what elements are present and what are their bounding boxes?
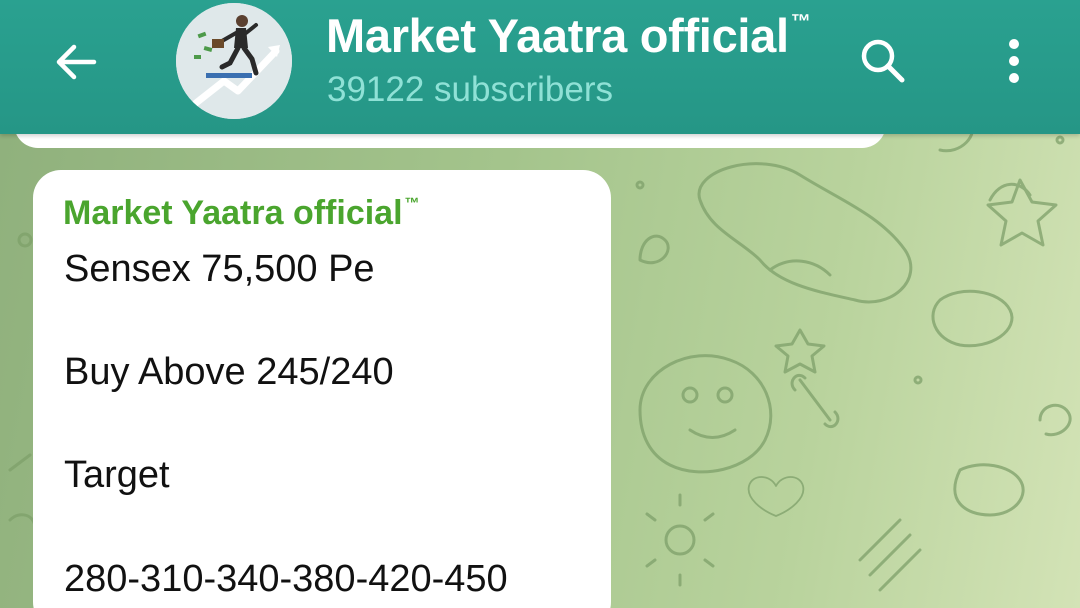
search-icon xyxy=(861,39,905,83)
subscriber-count: 39122 subscribers xyxy=(327,70,613,109)
channel-avatar[interactable] xyxy=(176,3,292,119)
back-button[interactable] xyxy=(44,30,108,94)
sender-trademark: ™ xyxy=(404,195,420,212)
more-vertical-icon xyxy=(1009,39,1019,83)
trademark-symbol: ™ xyxy=(790,11,811,33)
search-button[interactable] xyxy=(850,28,916,94)
more-options-button[interactable] xyxy=(986,28,1042,94)
message-sender[interactable]: Market Yaatra official ™ xyxy=(63,194,420,233)
message-line: Target xyxy=(64,454,170,496)
message-line: Sensex 75,500 Pe xyxy=(64,248,375,290)
message-line: Buy Above 245/240 xyxy=(64,351,394,393)
sender-name: Market Yaatra official xyxy=(63,194,403,232)
channel-name: Market Yaatra official xyxy=(326,9,789,62)
message-bubble[interactable]: Market Yaatra official ™ Sensex 75,500 Pe… xyxy=(33,170,611,608)
arrow-left-icon xyxy=(56,44,97,80)
message-line: 280-310-340-380-420-450 xyxy=(64,558,508,600)
businessman-running-logo xyxy=(176,3,292,119)
chat-header: Market Yaatra official ™ 39122 subscriber… xyxy=(0,0,1080,134)
channel-title[interactable]: Market Yaatra official ™ xyxy=(326,8,811,63)
